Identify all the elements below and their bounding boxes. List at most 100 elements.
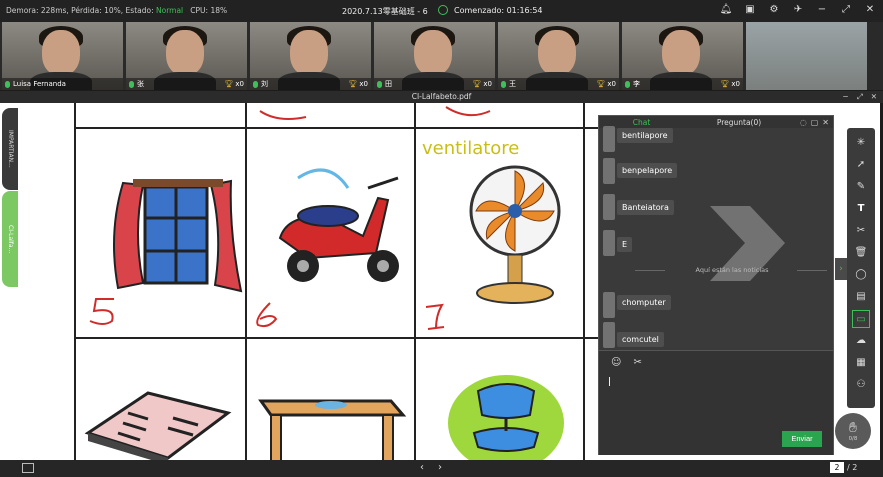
- scooter-image: [278, 168, 399, 282]
- minimize-icon[interactable]: −: [815, 4, 829, 16]
- screen-share-icon[interactable]: ▣: [743, 4, 757, 16]
- participant-name: 田: [385, 80, 392, 88]
- video-tile[interactable]: 刘 🏆︎ x0: [250, 22, 371, 90]
- participant-score: x0: [359, 80, 368, 88]
- drawing-toolbar: ✳ ➚ ✎ T ✂ 🗑︎ ◯ ▤ ▭ ☁ ▦ ⚇: [847, 128, 875, 408]
- participant-name: 王: [509, 80, 516, 88]
- trash-icon[interactable]: 🗑︎: [852, 244, 870, 262]
- chat-icon[interactable]: ▭: [852, 310, 870, 328]
- participant-face: [662, 30, 700, 76]
- mic-icon: [129, 80, 134, 88]
- gear-icon[interactable]: ⚙: [767, 4, 781, 16]
- participant-face: [166, 30, 204, 76]
- tab-question[interactable]: Pregunta(0): [684, 118, 794, 127]
- bell-icon[interactable]: 🔔︎: [719, 4, 733, 16]
- select-icon[interactable]: ➚: [852, 156, 870, 174]
- scissors-icon[interactable]: ✂: [633, 357, 641, 368]
- trophy-icon: 🏆︎: [472, 80, 482, 88]
- top-status-bar: Demora: 228ms, Pérdida: 10%, Estado: Nor…: [0, 0, 883, 22]
- document-filename: CI-Lalfabeto.pdf: [411, 92, 472, 101]
- class-title: 2020.7.13零基础班 - 6: [342, 7, 428, 16]
- word-label: ventilatore: [422, 138, 520, 159]
- desk-image: [258, 399, 407, 460]
- ink-stroke: [445, 106, 491, 117]
- document-tabs: IMPARTIAN... CI-Lalfa...: [0, 103, 18, 460]
- chat-message: comcutel: [617, 332, 664, 347]
- chat-panel: Chat Pregunta(0) ◌ ▢ ✕ bentilapore benpe…: [598, 115, 834, 455]
- document-tab-active[interactable]: CI-Lalfa...: [2, 191, 18, 287]
- video-strip: Luisa Fernanda 张 🏆︎ x0 刘 🏆︎ x0 田 🏆︎ x0 王 🏆︎ x0 李…: [0, 22, 883, 90]
- mic-icon: [501, 80, 506, 88]
- collapse-chat-button[interactable]: ›: [835, 258, 847, 280]
- participant-face: [42, 30, 80, 76]
- stats-prefix: Demora: 228ms, Pérdida: 10%, Estado:: [6, 6, 154, 15]
- cpu-usage: CPU: 18%: [190, 6, 228, 15]
- mic-icon: [377, 80, 382, 88]
- handwritten-number: [425, 303, 445, 330]
- sidebar-toggle-icon[interactable]: [22, 463, 34, 473]
- fullscreen-icon[interactable]: ⤢: [839, 4, 853, 16]
- participant-name: 李: [633, 80, 640, 88]
- avatar: [603, 322, 615, 348]
- video-tile[interactable]: 李 🏆︎ x0: [622, 22, 743, 90]
- toolbox-icon[interactable]: ▦: [852, 354, 870, 372]
- chat-bubble-icon[interactable]: ◌: [800, 118, 807, 127]
- prev-page-icon[interactable]: ‹: [420, 462, 424, 473]
- next-page-icon[interactable]: ›: [438, 462, 442, 473]
- chat-message: chomputer: [617, 295, 671, 310]
- connection-status: Normal: [156, 6, 184, 15]
- close-icon[interactable]: ✕: [871, 91, 877, 103]
- text-cursor: [609, 377, 610, 386]
- video-tile[interactable]: Luisa Fernanda: [2, 22, 123, 90]
- raise-hand-button[interactable]: ✋︎ 0/8: [835, 413, 871, 449]
- trophy-icon: 🏆︎: [596, 80, 606, 88]
- video-tile[interactable]: 张 🏆︎ x0: [126, 22, 247, 90]
- participant-face: [290, 30, 328, 76]
- fullscreen-icon[interactable]: ⤢: [857, 91, 863, 103]
- handwritten-number: [89, 298, 114, 325]
- window-image: [113, 179, 243, 293]
- avatar: [603, 230, 615, 256]
- cloud-icon[interactable]: ☁: [852, 332, 870, 350]
- participant-name: 张: [137, 80, 144, 88]
- current-page-input[interactable]: 2: [830, 462, 844, 473]
- avatar: [603, 194, 615, 220]
- text-icon[interactable]: T: [852, 200, 870, 218]
- pin-icon[interactable]: ✈: [791, 4, 805, 16]
- video-tile[interactable]: 王 🏆︎ x0: [498, 22, 619, 90]
- participant-face: [538, 30, 576, 76]
- shape-icon[interactable]: ◯: [852, 266, 870, 284]
- mic-icon: [5, 80, 10, 88]
- pen-icon[interactable]: ✎: [852, 178, 870, 196]
- book-image: [84, 391, 232, 460]
- video-tile[interactable]: 田 🏆︎ x0: [374, 22, 495, 90]
- notice-divider: Aquí están las noticias: [635, 266, 827, 274]
- document-title-bar: CI-Lalfabeto.pdf − ⤢ ✕: [0, 91, 883, 103]
- fan-image: [469, 165, 561, 304]
- cut-icon[interactable]: ✂: [852, 222, 870, 240]
- avatar: [603, 292, 615, 318]
- page-icon[interactable]: ▤: [852, 288, 870, 306]
- avatar: [603, 158, 615, 184]
- chat-input-area[interactable]: ☺ ✂ Enviar: [599, 350, 833, 455]
- participant-score: x0: [607, 80, 616, 88]
- participant-score: x0: [483, 80, 492, 88]
- popout-icon[interactable]: ▢: [811, 118, 819, 127]
- trophy-icon: 🏆︎: [720, 80, 730, 88]
- participant-face: [414, 30, 452, 76]
- minimize-icon[interactable]: −: [842, 91, 848, 103]
- grid-line: [74, 103, 76, 460]
- users-icon[interactable]: ⚇: [852, 376, 870, 394]
- document-tab[interactable]: IMPARTIAN...: [2, 108, 18, 190]
- send-button[interactable]: Enviar: [782, 431, 822, 447]
- close-icon[interactable]: ✕: [822, 118, 829, 127]
- chat-message: E: [617, 237, 633, 252]
- ink-stroke: [259, 110, 307, 120]
- participant-name: Luisa Fernanda: [13, 80, 66, 88]
- close-icon[interactable]: ✕: [863, 4, 877, 16]
- hand-count: 0/8: [848, 436, 858, 442]
- laser-pointer-icon[interactable]: ✳: [852, 134, 870, 152]
- elapsed-time: Comenzado: 01:16:54: [454, 6, 543, 15]
- emoji-icon[interactable]: ☺: [611, 357, 621, 368]
- chat-message: benpelapore: [617, 163, 678, 178]
